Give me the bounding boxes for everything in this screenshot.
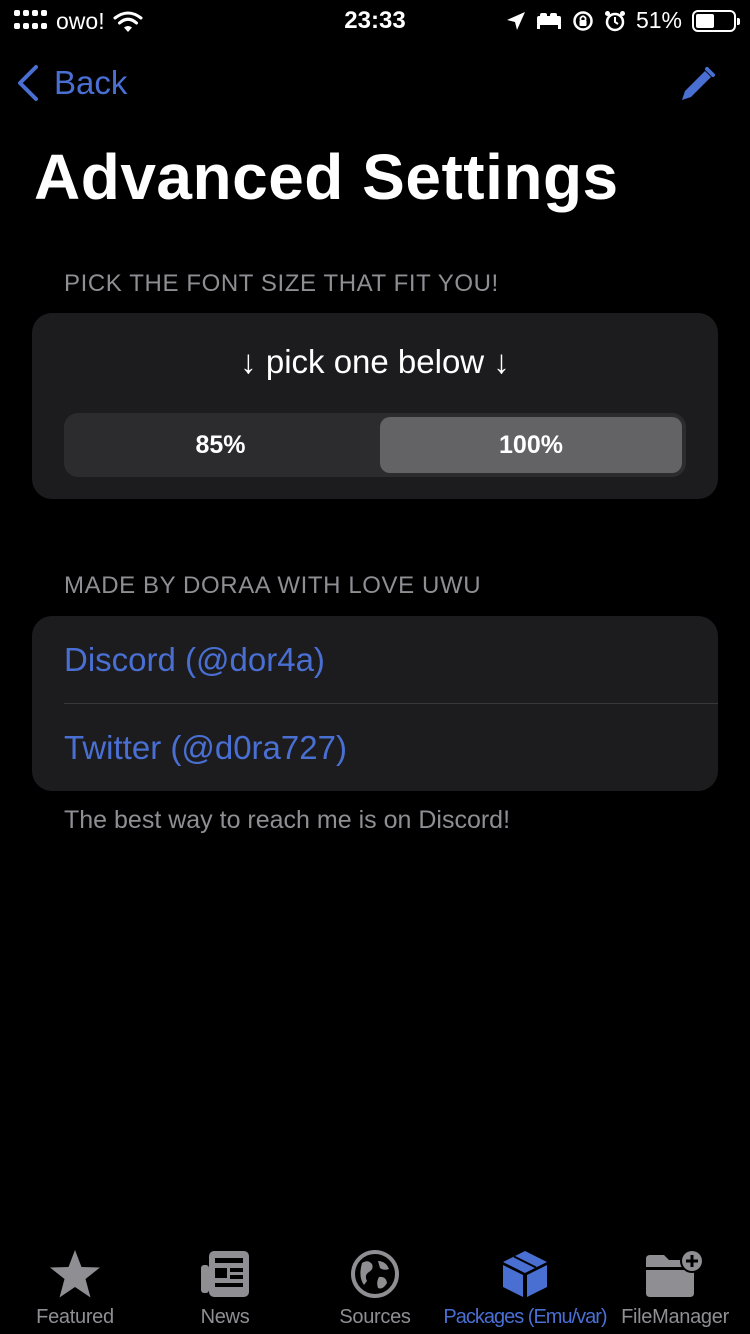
font-size-section-header: PICK THE FONT SIZE THAT FIT YOU! — [64, 270, 499, 297]
tab-featured[interactable]: Featured — [0, 1234, 150, 1334]
credits-footer-note: The best way to reach me is on Discord! — [64, 806, 511, 834]
tab-filemanager[interactable]: FileManager — [600, 1234, 750, 1334]
battery-fill — [696, 13, 715, 28]
tab-packages-label: Packages (Emu/var) — [443, 1306, 607, 1328]
tab-news-label: News — [200, 1306, 250, 1328]
back-button[interactable]: Back — [16, 64, 127, 102]
credits-section-header: MADE BY DORAA WITH LOVE UWU — [64, 572, 482, 599]
bed-icon — [536, 12, 561, 29]
back-label: Back — [54, 64, 128, 101]
tab-sources[interactable]: Sources — [300, 1234, 450, 1334]
navigation-bar: Back — [0, 60, 750, 110]
font-size-card: ↓ pick one below ↓ 85% 100% — [32, 313, 718, 499]
chevron-left-icon — [18, 65, 38, 101]
battery-percent: 51% — [635, 7, 682, 33]
discord-link[interactable]: Discord (@dor4a) — [32, 616, 718, 703]
tab-sources-label: Sources — [339, 1306, 411, 1328]
twitter-link[interactable]: Twitter (@d0ra727) — [32, 704, 718, 791]
star-icon — [50, 1250, 100, 1298]
battery-icon — [692, 9, 740, 32]
rotation-lock-icon — [573, 10, 593, 31]
pencil-icon — [682, 67, 715, 100]
tab-featured-label: Featured — [36, 1306, 114, 1328]
alarm-icon — [604, 10, 625, 31]
segment-100-percent[interactable]: 100% — [380, 417, 682, 473]
tab-news[interactable]: News — [150, 1234, 300, 1334]
status-bar: owo! 23:33 51% — [0, 0, 750, 40]
folder-plus-icon — [646, 1249, 704, 1297]
credits-card: Discord (@dor4a) Twitter (@d0ra727) — [32, 616, 718, 791]
screen: owo! 23:33 51% Back Advanced Settings PI… — [0, 0, 750, 1334]
font-size-segmented-control: 85% 100% — [64, 413, 686, 477]
picker-prompt: ↓ pick one below ↓ — [240, 343, 510, 380]
status-right: 51% — [506, 7, 740, 34]
tab-bar: Featured News Sources Packages (Emu/var)… — [0, 1234, 750, 1334]
segment-85-percent[interactable]: 85% — [68, 417, 373, 473]
tab-filemanager-label: FileManager — [621, 1306, 729, 1328]
location-arrow-icon — [506, 11, 525, 30]
edit-button[interactable] — [678, 66, 716, 109]
tab-packages[interactable]: Packages (Emu/var) — [443, 1234, 608, 1334]
package-icon — [503, 1251, 547, 1297]
globe-icon — [351, 1250, 399, 1298]
newspaper-icon — [201, 1251, 249, 1297]
page-title: Advanced Settings — [34, 141, 619, 213]
